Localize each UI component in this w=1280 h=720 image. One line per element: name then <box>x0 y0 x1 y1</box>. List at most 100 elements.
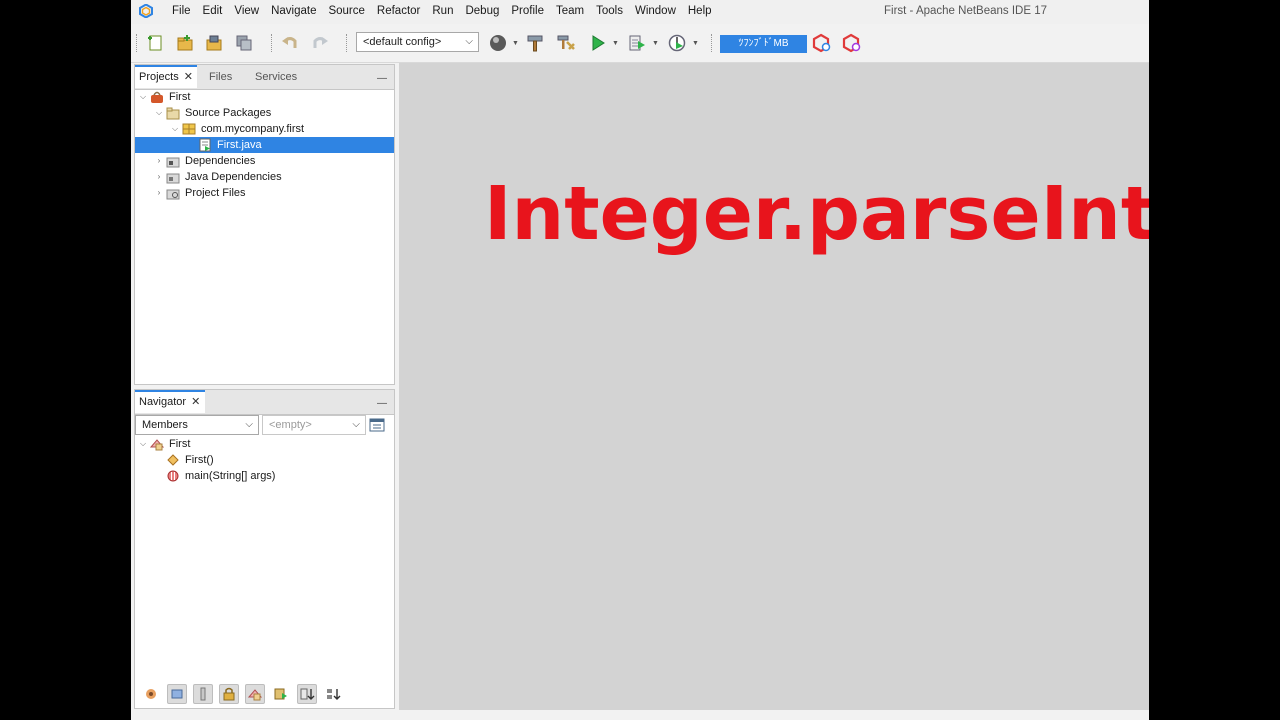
tree-item-first-java[interactable]: First.java <box>185 137 262 153</box>
collapsed-chevron-icon[interactable]: › <box>153 185 165 201</box>
expanded-chevron-icon[interactable]: ⌵ <box>137 89 149 105</box>
tree-item-project-first[interactable]: ⌵ First <box>137 89 190 105</box>
sort-name-icon <box>300 688 315 700</box>
netbeans-window: File Edit View Navigate Source Refactor … <box>131 0 1149 720</box>
package-icon <box>181 122 197 136</box>
menu-navigate[interactable]: Navigate <box>265 4 322 18</box>
redo-icon <box>313 37 328 48</box>
navigator-options-button[interactable] <box>369 417 385 433</box>
title-bar: File Edit View Navigate Source Refactor … <box>131 0 1149 24</box>
project-icon <box>149 90 165 104</box>
tree-item-package[interactable]: ⌵ com.mycompany.first <box>169 121 304 137</box>
chevron-down-icon[interactable]: ▼ <box>652 40 659 47</box>
constructor-icon <box>165 453 181 467</box>
profile-icon <box>668 34 686 52</box>
clean-build-button[interactable] <box>554 31 578 55</box>
run-project-button[interactable] <box>586 31 610 55</box>
menu-profile[interactable]: Profile <box>505 4 550 18</box>
open-project-button[interactable] <box>202 31 226 55</box>
tab-files[interactable]: Files <box>205 65 236 89</box>
new-file-button[interactable] <box>144 31 168 55</box>
netbeans-gc-icon <box>812 33 831 53</box>
undo-button[interactable] <box>278 31 302 55</box>
chevron-down-icon[interactable]: ▼ <box>612 40 619 47</box>
new-project-button[interactable] <box>173 31 197 55</box>
tab-projects[interactable]: Projects ✕ <box>135 65 197 88</box>
debug-project-button[interactable] <box>625 31 649 55</box>
menu-window[interactable]: Window <box>629 4 682 18</box>
tab-services[interactable]: Services <box>251 65 301 89</box>
redo-button[interactable] <box>308 31 332 55</box>
collapsed-chevron-icon[interactable]: › <box>153 153 165 169</box>
dependencies-icon <box>165 154 181 168</box>
tab-projects-label: Projects <box>139 71 179 83</box>
menu-view[interactable]: View <box>228 4 265 18</box>
filter-select[interactable]: <empty> ⌵ <box>262 415 366 435</box>
chevron-down-icon: ⌵ <box>352 419 360 430</box>
debug-icon <box>629 35 645 51</box>
close-icon[interactable]: ✕ <box>184 71 193 83</box>
toolbar-grip[interactable] <box>346 34 350 52</box>
close-icon[interactable]: ✕ <box>191 396 200 408</box>
show-static-button[interactable] <box>193 684 213 704</box>
sort-source-icon <box>274 688 287 700</box>
toolbar-grip[interactable] <box>136 34 140 52</box>
menu-tools[interactable]: Tools <box>590 4 629 18</box>
new-project-icon <box>177 35 193 51</box>
static-members-icon <box>200 687 206 701</box>
show-non-public-button[interactable] <box>219 684 239 704</box>
menu-file[interactable]: File <box>166 4 197 18</box>
save-all-button[interactable] <box>232 31 256 55</box>
chevron-down-icon[interactable]: ▼ <box>692 40 699 47</box>
sort-by-name-button[interactable] <box>297 684 317 704</box>
menu-run[interactable]: Run <box>426 4 459 18</box>
tree-item-project-files[interactable]: › Project Files <box>153 185 246 201</box>
chevron-down-icon[interactable]: ▼ <box>512 40 519 47</box>
minimize-icon[interactable]: — <box>377 398 387 409</box>
toolbar-grip[interactable] <box>711 34 715 52</box>
toolbar-grip[interactable] <box>271 34 275 52</box>
snapshot-button[interactable] <box>840 31 864 55</box>
nav-item-class-first[interactable]: ⌵ First <box>137 436 190 452</box>
tree-item-label: Source Packages <box>185 107 272 119</box>
configuration-select[interactable]: <default config> ⌵ <box>356 32 479 52</box>
expanded-chevron-icon[interactable]: ⌵ <box>169 121 181 137</box>
save-all-icon <box>236 35 252 51</box>
netbeans-snapshot-icon <box>842 33 861 53</box>
menu-edit[interactable]: Edit <box>197 4 229 18</box>
projects-panel: Projects ✕ Files Services — ⌵ First ⌵ Sou… <box>134 64 395 385</box>
tree-item-java-dependencies[interactable]: › Java Dependencies <box>153 169 282 185</box>
profile-project-button[interactable] <box>665 31 689 55</box>
build-project-button[interactable] <box>523 31 547 55</box>
show-inherited-button[interactable] <box>141 684 161 704</box>
sort-by-source-button[interactable] <box>271 684 291 704</box>
memory-usage-meter[interactable]: ﾂﾌﾝﾌﾞﾄﾞMB <box>720 35 807 53</box>
menu-help[interactable]: Help <box>682 4 718 18</box>
menu-team[interactable]: Team <box>550 4 590 18</box>
show-fields-button[interactable] <box>167 684 187 704</box>
tab-navigator[interactable]: Navigator ✕ <box>135 390 205 413</box>
minimize-icon[interactable]: — <box>377 73 387 84</box>
tree-item-dependencies[interactable]: › Dependencies <box>153 153 255 169</box>
set-project-browser-button[interactable] <box>486 31 510 55</box>
members-select[interactable]: Members ⌵ <box>135 415 259 435</box>
menu-debug[interactable]: Debug <box>459 4 505 18</box>
sort-by-type-button[interactable] <box>323 684 343 704</box>
expanded-chevron-icon[interactable]: ⌵ <box>153 105 165 121</box>
menu-source[interactable]: Source <box>322 4 370 18</box>
expanded-chevron-icon[interactable]: ⌵ <box>137 436 149 452</box>
menu-refactor[interactable]: Refactor <box>371 4 426 18</box>
gc-button[interactable] <box>810 31 834 55</box>
open-project-icon <box>206 35 222 51</box>
configuration-value: <default config> <box>363 36 442 48</box>
nav-item-constructor[interactable]: First() <box>153 452 214 468</box>
overlay-caption: Integer.parseInt <box>484 171 1149 257</box>
tree-item-label: First.java <box>217 139 262 151</box>
source-packages-icon <box>165 106 181 120</box>
show-inner-classes-button[interactable] <box>245 684 265 704</box>
tree-item-source-packages[interactable]: ⌵ Source Packages <box>153 105 271 121</box>
editor-area[interactable]: Integer.parseInt <box>399 63 1149 710</box>
nav-item-method-main[interactable]: main(String[] args) <box>153 468 275 484</box>
collapsed-chevron-icon[interactable]: › <box>153 169 165 185</box>
project-files-icon <box>165 186 181 200</box>
